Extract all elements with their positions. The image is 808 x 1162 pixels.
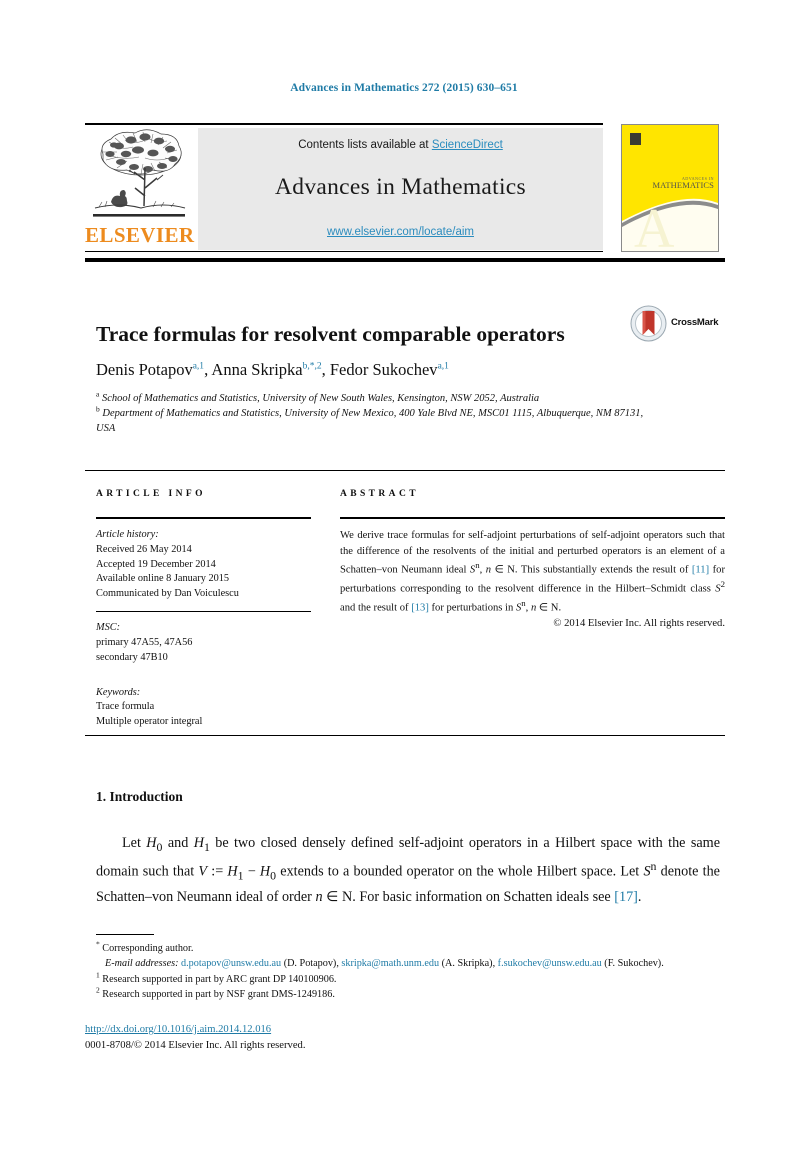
abstract-heading: ABSTRACT xyxy=(340,489,419,499)
abstract-column: ABSTRACT We derive trace formulas for se… xyxy=(340,489,725,629)
abstract-heading-rule xyxy=(340,517,725,519)
keyword-0: Trace formula xyxy=(96,701,155,713)
affiliation-a-text: School of Mathematics and Statistics, Un… xyxy=(101,393,540,404)
journal-cover-thumbnail: A ADVANCES IN MATHEMATICS xyxy=(621,124,719,252)
contents-lists-line: Contents lists available at ScienceDirec… xyxy=(198,139,603,151)
footnote-corresponding-text: Corresponding author. xyxy=(102,943,194,954)
page-title: Trace formulas for resolvent comparable … xyxy=(96,322,565,347)
footnotes: * Corresponding author. E-mail addresses… xyxy=(96,939,696,1002)
history-item-2: Available online 8 January 2015 xyxy=(96,573,230,585)
footnote-rule xyxy=(96,934,154,935)
contents-lists-prefix: Contents lists available at xyxy=(298,139,432,151)
info-top-rule xyxy=(85,470,725,471)
keywords-label: Keywords: xyxy=(96,686,141,698)
journal-title: Advances in Mathematics xyxy=(275,174,526,200)
cover-title: ADVANCES IN MATHEMATICS xyxy=(652,176,714,191)
issn-copyright-line: 0001-8708/© 2014 Elsevier Inc. All right… xyxy=(85,1039,306,1051)
affiliation-b-text: Department of Mathematics and Statistics… xyxy=(96,407,644,434)
footnote-note-2-text: Research supported in part by NSF grant … xyxy=(102,988,335,1000)
footnote-corresponding-author: * Corresponding author. xyxy=(96,939,696,956)
elsevier-tree-icon xyxy=(93,129,186,217)
article-info-separator xyxy=(96,611,311,613)
affiliation-marker-a: a xyxy=(96,389,100,399)
introduction-paragraph: Let H0 and H1 be two closed densely defi… xyxy=(96,835,720,905)
history-item-0: Received 26 May 2014 xyxy=(96,543,192,555)
footnote-note-2: 2 Research supported in part by NSF gran… xyxy=(96,985,696,1002)
history-item-1: Accepted 19 December 2014 xyxy=(96,558,216,570)
journal-masthead: ELSEVIER Contents lists available at Sci… xyxy=(85,124,725,252)
footnote-emails: E-mail addresses: d.potapov@unsw.edu.au … xyxy=(96,956,696,971)
email-addresses-label: E-mail addresses: xyxy=(105,958,179,970)
keywords-group: Keywords: Trace formula Multiple operato… xyxy=(96,686,311,730)
affiliation-marker-b: b xyxy=(96,404,100,414)
abstract-copyright: © 2014 Elsevier Inc. All rights reserved… xyxy=(553,618,725,630)
footnote-note-1: 1 Research supported in part by ARC gran… xyxy=(96,970,696,987)
footnote-marker-1: 1 xyxy=(96,970,100,980)
article-info-heading-rule xyxy=(96,517,311,519)
abstract-text: We derive trace formulas for self-adjoin… xyxy=(340,530,725,614)
elsevier-wordmark: ELSEVIER xyxy=(85,223,195,247)
history-item-3: Communicated by Dan Voiculescu xyxy=(96,588,239,600)
article-history-label: Article history: xyxy=(96,529,159,540)
author-list: Denis Potapova,1, Anna Skripkab,*,2, Fed… xyxy=(96,360,449,379)
running-head: Advances in Mathematics 272 (2015) 630–6… xyxy=(290,82,518,94)
affiliation-b: b Department of Mathematics and Statisti… xyxy=(96,404,656,437)
crossmark-badge[interactable]: CrossMark xyxy=(630,305,722,343)
masthead-thick-rule xyxy=(85,258,725,262)
keyword-1: Multiple operator integral xyxy=(96,716,203,728)
msc-item-0: primary 47A55, 47A56 xyxy=(96,636,193,648)
msc-group: MSC: primary 47A55, 47A56 secondary 47B1… xyxy=(96,621,311,665)
section-heading-introduction: 1. Introduction xyxy=(96,789,183,805)
footnote-marker-2: 2 xyxy=(96,985,100,995)
svg-text:A: A xyxy=(634,198,675,251)
affiliation-a: a School of Mathematics and Statistics, … xyxy=(96,389,656,407)
footnote-marker-asterisk: * xyxy=(96,939,100,949)
info-bottom-rule xyxy=(85,735,725,736)
journal-homepage-link[interactable]: www.elsevier.com/locate/aim xyxy=(198,226,603,238)
footnote-note-1-text: Research supported in part by ARC grant … xyxy=(102,973,337,985)
crossmark-label: CrossMark xyxy=(671,317,719,328)
cover-title-big: MATHEMATICS xyxy=(652,180,714,191)
msc-label: MSC: xyxy=(96,622,121,634)
elsevier-logo: ELSEVIER xyxy=(85,128,195,250)
article-history-group: Article history: Received 26 May 2014 Ac… xyxy=(96,528,311,602)
sciencedirect-banner: Contents lists available at ScienceDirec… xyxy=(198,128,603,250)
article-info-heading: ARTICLE INFO xyxy=(96,489,206,499)
article-info-column: ARTICLE INFO Article history: Received 2… xyxy=(96,489,311,730)
msc-item-1: secondary 47B10 xyxy=(96,651,168,663)
affiliations: a School of Mathematics and Statistics, … xyxy=(96,389,656,437)
email-addresses-list[interactable]: d.potapov@unsw.edu.au (D. Potapov), skri… xyxy=(181,958,664,969)
sciencedirect-link[interactable]: ScienceDirect xyxy=(432,139,503,151)
crossmark-icon xyxy=(630,305,667,342)
paper-page: Advances in Mathematics 272 (2015) 630–6… xyxy=(0,0,808,1162)
doi-link[interactable]: http://dx.doi.org/10.1016/j.aim.2014.12.… xyxy=(85,1022,685,1038)
cover-emblem-icon xyxy=(630,133,641,145)
footer-doi-block: http://dx.doi.org/10.1016/j.aim.2014.12.… xyxy=(85,1022,685,1054)
